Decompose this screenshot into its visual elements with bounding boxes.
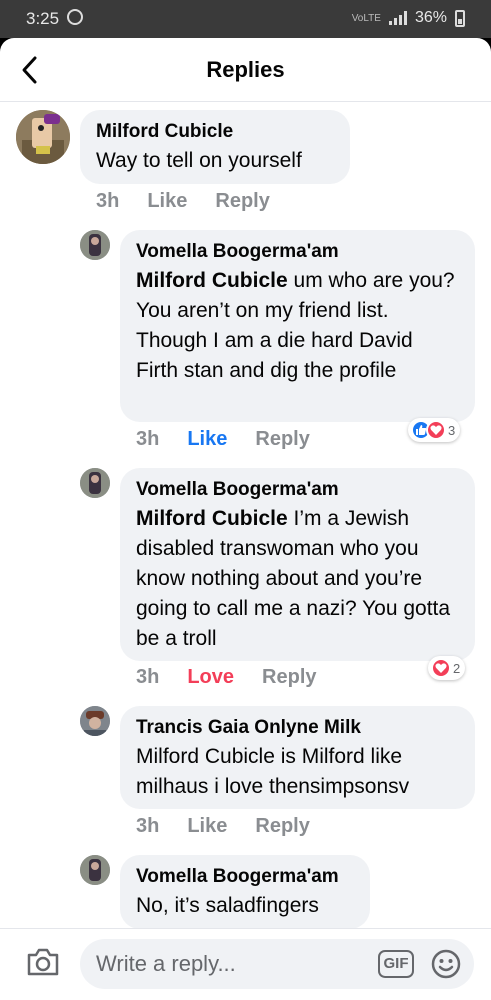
comment-author[interactable]: Vomella Boogerma'am: [136, 240, 459, 264]
comment-actions: 3h Love Reply: [136, 666, 317, 689]
comment-actions: 3h Like Reply: [136, 428, 310, 451]
comment-bubble[interactable]: Milford Cubicle Way to tell on yourself: [80, 110, 350, 184]
emoji-icon[interactable]: [430, 948, 462, 980]
reply-composer: GIF: [0, 928, 491, 1000]
comment-time: 3h: [136, 428, 160, 450]
avatar[interactable]: [80, 706, 110, 736]
reply-field[interactable]: GIF: [80, 939, 474, 989]
comment-bubble[interactable]: Trancis Gaia Onlyne Milk Milford Cubicle…: [120, 706, 475, 809]
replies-sheet: Replies Milford Cubicle Way to tell on y…: [0, 38, 491, 1000]
avatar[interactable]: [80, 468, 110, 498]
avatar[interactable]: [16, 110, 70, 164]
battery-icon: [455, 9, 465, 27]
comment-author[interactable]: Milford Cubicle: [96, 120, 334, 144]
like-button[interactable]: Like: [187, 428, 227, 451]
comment-text: Way to tell on yourself: [96, 149, 302, 172]
mention-link[interactable]: Milford Cubicle: [136, 507, 288, 530]
like-button[interactable]: Like: [147, 190, 187, 213]
battery-percent: 36%: [414, 9, 447, 26]
comment-time: 3h: [136, 666, 160, 688]
mention-link[interactable]: Milford Cubicle: [136, 269, 288, 292]
comment-text: No, it’s saladfingers: [136, 894, 319, 917]
comment-author[interactable]: Vomella Boogerma'am: [136, 478, 459, 502]
comment-actions: 3h Like Reply: [136, 815, 310, 838]
status-bar: 3:25 VoLTE 36%: [0, 0, 491, 38]
reply-button[interactable]: Reply: [255, 815, 309, 838]
reaction-count: 3: [448, 422, 456, 438]
comment-time: 3h: [136, 815, 160, 837]
comment-text: Milford Cubicle is Milford like milhaus …: [136, 745, 410, 798]
love-button[interactable]: Love: [187, 666, 234, 689]
comment-bubble[interactable]: Vomella Boogerma'am Milford Cubicle um w…: [120, 230, 475, 422]
love-reaction-icon: [431, 658, 451, 678]
replies-header: Replies: [0, 38, 491, 102]
love-reaction-icon: [426, 420, 446, 440]
reply-button[interactable]: Reply: [215, 190, 269, 213]
reply-button[interactable]: Reply: [255, 428, 309, 451]
signal-icon: [388, 11, 407, 25]
reply-input[interactable]: [96, 949, 366, 979]
network-label: VoLTE: [351, 12, 381, 24]
reaction-summary[interactable]: 3: [408, 418, 461, 442]
status-time: 3:25: [26, 9, 60, 28]
comment-author[interactable]: Trancis Gaia Onlyne Milk: [136, 716, 459, 740]
page-title: Replies: [206, 57, 285, 82]
alarm-icon: [67, 9, 83, 25]
comment-author[interactable]: Vomella Boogerma'am: [136, 865, 354, 889]
comment-text: Milford Cubicle I’m a Jewish disabled tr…: [136, 504, 459, 654]
reaction-count: 2: [453, 660, 461, 676]
comment-actions: 3h Like Reply: [96, 190, 270, 213]
comment-bubble[interactable]: Vomella Boogerma'am Milford Cubicle I’m …: [120, 468, 475, 661]
avatar[interactable]: [80, 230, 110, 260]
comment-time: 3h: [96, 190, 120, 212]
gif-icon[interactable]: GIF: [378, 950, 414, 978]
like-button[interactable]: Like: [187, 815, 227, 838]
reaction-summary[interactable]: 2: [428, 656, 466, 680]
comment-text: Milford Cubicle um who are you? You aren…: [136, 266, 459, 386]
comment-bubble[interactable]: Vomella Boogerma'am No, it’s saladfinger…: [120, 855, 370, 929]
avatar[interactable]: [80, 855, 110, 885]
reply-button[interactable]: Reply: [262, 666, 316, 689]
status-indicators: VoLTE 36%: [352, 9, 465, 27]
camera-icon[interactable]: [26, 947, 60, 977]
